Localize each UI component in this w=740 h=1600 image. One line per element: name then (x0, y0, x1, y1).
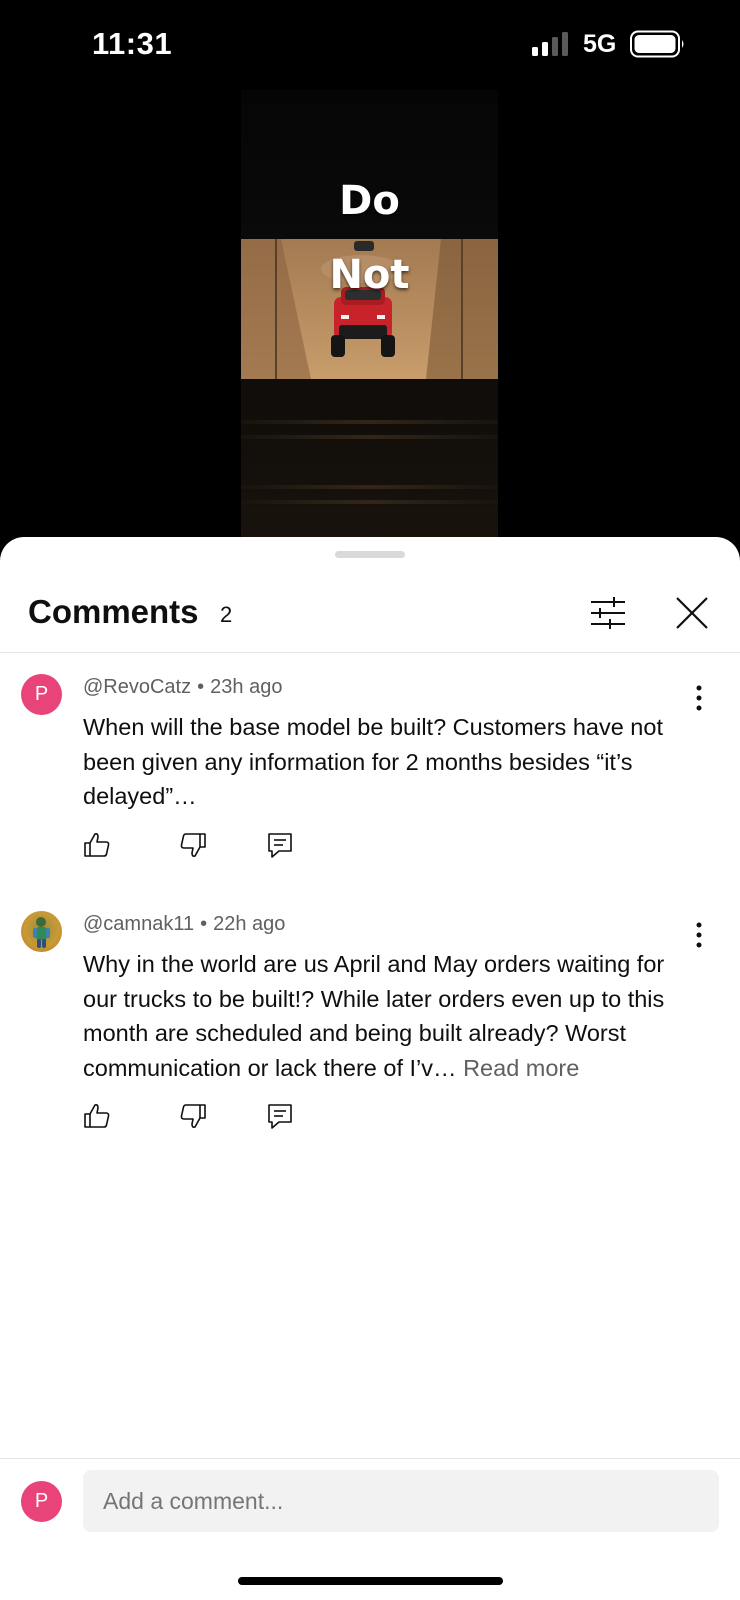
video-caption-line-1: Do (339, 178, 400, 224)
comment-item: @camnak11 • 22h ago Why in the world are u… (0, 911, 740, 1141)
comment-author[interactable]: @camnak11 (83, 913, 194, 935)
comments-header: Comments 2 (0, 559, 740, 653)
video-texture (241, 420, 498, 424)
add-comment-input[interactable] (83, 1470, 719, 1532)
drag-handle[interactable] (335, 551, 405, 558)
comment-author[interactable]: @RevoCatz (83, 676, 191, 698)
video-caption-line-2: Not (329, 252, 410, 298)
video-texture (241, 500, 498, 504)
current-user-avatar[interactable]: P (21, 1481, 62, 1522)
video-texture (241, 485, 498, 489)
comment-time: 22h ago (213, 913, 286, 935)
video-player[interactable]: Do Not (0, 90, 740, 560)
signal-bars-icon (532, 32, 568, 56)
reply-icon[interactable] (266, 831, 294, 859)
comment-meta: @RevoCatz • 23h ago (83, 676, 282, 699)
video-texture (241, 435, 498, 439)
comment-actions (83, 1102, 323, 1134)
avatar-image (33, 917, 50, 948)
thumbs-down-icon[interactable] (179, 831, 207, 859)
comment-text: Why in the world are us April and May or… (83, 947, 683, 1085)
avatar[interactable] (21, 911, 62, 952)
separator-dot: • (197, 676, 205, 698)
comments-title: Comments (28, 593, 199, 630)
comments-sheet: Comments 2 P @RevoCatz • 23h ago When will… (0, 537, 740, 1600)
comment-meta: @camnak11 • 22h ago (83, 913, 285, 936)
battery-icon (630, 30, 684, 58)
comment-text: When will the base model be built? Custo… (83, 714, 663, 809)
comment-item: P @RevoCatz • 23h ago When will the base m… (0, 674, 740, 874)
home-indicator[interactable] (238, 1577, 503, 1585)
status-bar: 11:31 5G (0, 0, 740, 90)
more-vertical-icon[interactable] (686, 919, 712, 951)
avatar[interactable]: P (21, 674, 62, 715)
read-more-link[interactable]: Read more (463, 1055, 579, 1081)
separator-dot: • (200, 913, 208, 935)
network-label: 5G (583, 30, 617, 58)
comment-composer: P (0, 1458, 740, 1600)
close-icon[interactable] (672, 593, 712, 633)
reply-icon[interactable] (266, 1102, 294, 1130)
thumbs-up-icon[interactable] (83, 831, 111, 859)
comment-actions (83, 831, 323, 863)
comment-count: 2 (220, 602, 233, 627)
sliders-icon[interactable] (588, 593, 628, 633)
status-time: 11:31 (92, 26, 173, 61)
thumbs-down-icon[interactable] (179, 1102, 207, 1130)
comment-time: 23h ago (210, 676, 283, 698)
thumbs-up-icon[interactable] (83, 1102, 111, 1130)
more-vertical-icon[interactable] (686, 682, 712, 714)
